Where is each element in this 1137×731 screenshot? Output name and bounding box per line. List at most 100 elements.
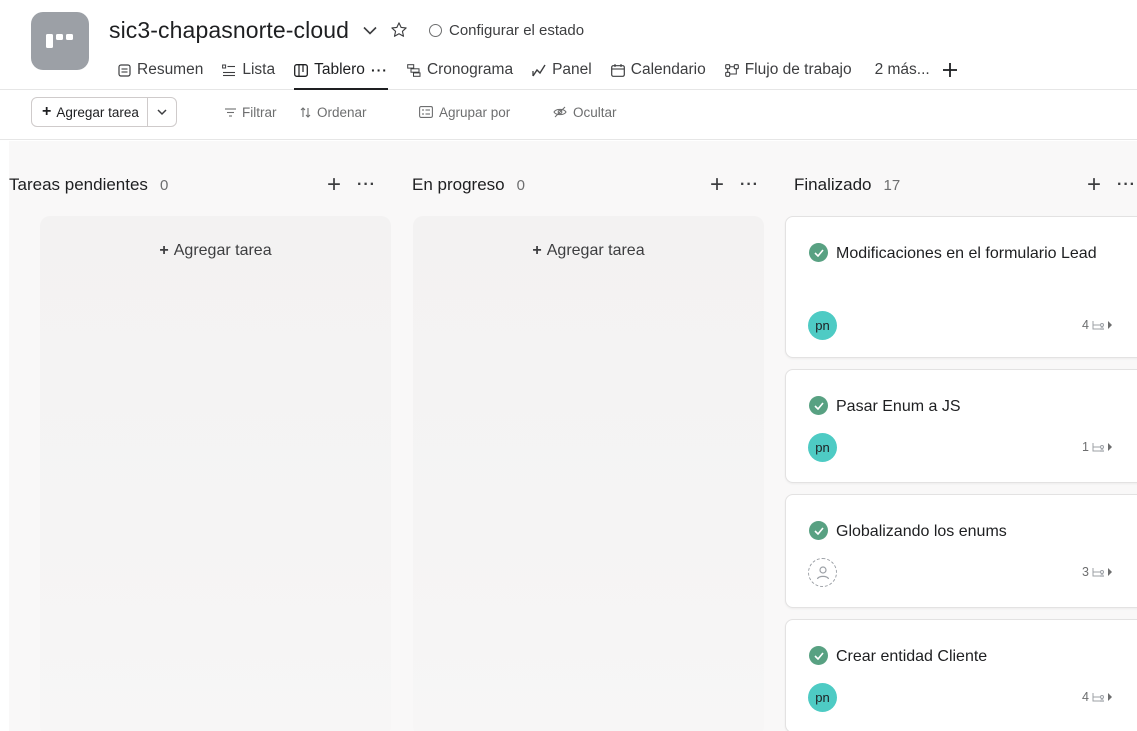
column-add-task-button[interactable]: + Agregar tarea — [40, 242, 391, 260]
column-in-progress: En progreso 0 + ··· + Agregar tarea — [381, 141, 781, 731]
tab-overview[interactable]: Resumen — [117, 56, 203, 84]
tab-label: Cronograma — [426, 61, 514, 78]
subtasks-icon — [1092, 442, 1114, 452]
column-count: 0 — [516, 176, 525, 194]
group-label: Agrupar por — [439, 104, 511, 120]
column-actions: + ··· — [327, 171, 376, 199]
list-icon — [222, 63, 236, 77]
subtask-count[interactable]: 4 — [1082, 690, 1114, 704]
chevron-down-icon[interactable] — [361, 21, 379, 39]
more-options-icon[interactable]: ··· — [1117, 176, 1136, 194]
task-title: Modificaciones en el formulario Lead — [836, 245, 1097, 262]
project-icon[interactable] — [31, 12, 89, 70]
avatar[interactable]: pn — [808, 433, 837, 462]
tab-label: Panel — [552, 61, 592, 78]
hide-label: Ocultar — [573, 104, 617, 120]
project-header: sic3-chapasnorte-cloud Configurar el est… — [0, 0, 1137, 90]
task-card[interactable]: Modificaciones en el formulario Lead pn … — [785, 216, 1137, 358]
plus-icon: + — [532, 242, 542, 259]
task-card[interactable]: Crear entidad Cliente pn 4 — [785, 619, 1137, 731]
task-card[interactable]: Pasar Enum a JS pn 1 — [785, 369, 1137, 483]
board-icon — [294, 63, 309, 77]
tab-label: Lista — [242, 61, 276, 78]
column-count: 17 — [883, 176, 901, 194]
column-title[interactable]: Finalizado — [794, 175, 872, 195]
more-options-icon[interactable]: ··· — [357, 176, 376, 194]
subtasks-icon — [1092, 567, 1114, 577]
timeline-icon — [407, 63, 421, 77]
sort-icon — [300, 106, 311, 118]
filter-button[interactable]: Filtrar — [225, 97, 277, 127]
column-add-task-button[interactable]: + Agregar tarea — [413, 242, 764, 260]
chevron-down-icon[interactable] — [148, 98, 176, 126]
tab-label: Flujo de trabajo — [744, 61, 852, 78]
task-card[interactable]: Globalizando los enums 3 — [785, 494, 1137, 608]
add-task-plus-icon[interactable]: + — [327, 173, 341, 197]
subtask-count[interactable]: 4 — [1082, 318, 1114, 332]
avatar[interactable]: pn — [808, 683, 837, 712]
column-header: Tareas pendientes 0 + ··· — [9, 171, 382, 199]
add-task-plus-icon[interactable]: + — [710, 173, 724, 197]
task-title: Pasar Enum a JS — [836, 398, 961, 415]
column-header: En progreso 0 + ··· — [412, 171, 765, 199]
subtask-count-value: 4 — [1082, 318, 1089, 332]
board-toolbar: + Agregar tarea Filtrar Ordenar Agrupar … — [0, 90, 1137, 140]
group-by-button[interactable]: Agrupar por — [419, 97, 510, 127]
tab-label: Resumen — [137, 61, 204, 78]
tab-options-icon[interactable]: ··· — [371, 62, 388, 78]
overview-icon — [117, 63, 131, 77]
sort-button[interactable]: Ordenar — [300, 97, 367, 127]
tab-workflow[interactable]: Flujo de trabajo — [724, 56, 852, 84]
subtask-count[interactable]: 1 — [1082, 440, 1114, 454]
sort-label: Ordenar — [317, 104, 367, 120]
filter-icon — [225, 107, 236, 117]
tab-calendar[interactable]: Calendario — [610, 56, 706, 84]
user-icon — [816, 565, 829, 579]
column-title[interactable]: Tareas pendientes — [9, 175, 148, 195]
title-row: sic3-chapasnorte-cloud Configurar el est… — [109, 14, 584, 46]
subtasks-icon — [1092, 320, 1114, 330]
project-title[interactable]: sic3-chapasnorte-cloud — [109, 17, 349, 44]
column-title[interactable]: En progreso — [412, 175, 505, 195]
dashboard-icon — [532, 63, 546, 77]
add-task-label: Agregar tarea — [56, 104, 139, 120]
subtask-count-value: 1 — [1082, 440, 1089, 454]
calendar-icon — [610, 63, 625, 77]
set-status-button[interactable]: Configurar el estado — [429, 22, 584, 39]
add-tab-icon[interactable] — [942, 56, 958, 84]
project-tabs: Resumen Lista Tablero ··· Cronograma Pan… — [117, 56, 958, 90]
unassigned-avatar[interactable] — [808, 558, 837, 587]
status-circle-icon — [429, 23, 442, 37]
task-title: Crear entidad Cliente — [836, 648, 988, 665]
hide-button[interactable]: Ocultar — [553, 97, 617, 127]
add-task-split-button: + Agregar tarea — [31, 97, 177, 127]
column-add-task-label: Agregar tarea — [546, 242, 645, 259]
column-todo: Tareas pendientes 0 + ··· + Agregar tarea — [9, 141, 391, 731]
subtask-count[interactable]: 3 — [1082, 565, 1114, 579]
tab-dashboard[interactable]: Panel — [532, 56, 592, 84]
task-title: Globalizando los enums — [836, 523, 1007, 540]
tab-timeline[interactable]: Cronograma — [407, 56, 513, 84]
more-tabs-button[interactable]: 2 más... — [875, 56, 930, 84]
add-task-button[interactable]: + Agregar tarea — [32, 98, 147, 126]
tab-board[interactable]: Tablero ··· — [294, 56, 388, 90]
column-actions: + ··· — [1087, 171, 1136, 199]
star-icon[interactable] — [389, 20, 409, 40]
subtask-count-value: 4 — [1082, 690, 1089, 704]
plus-icon: + — [42, 103, 52, 120]
column-dropzone: + Agregar tarea — [413, 216, 764, 731]
tab-list[interactable]: Lista — [222, 56, 275, 84]
eye-off-icon — [553, 106, 567, 118]
column-dropzone: + Agregar tarea — [40, 216, 391, 731]
column-count: 0 — [159, 176, 169, 194]
subtask-count-value: 3 — [1082, 565, 1089, 579]
filter-label: Filtrar — [242, 104, 277, 120]
subtasks-icon — [1092, 692, 1114, 702]
avatar[interactable]: pn — [808, 311, 837, 340]
add-task-plus-icon[interactable]: + — [1087, 173, 1101, 197]
group-icon — [419, 106, 433, 118]
plus-icon: + — [159, 242, 169, 259]
more-options-icon[interactable]: ··· — [740, 176, 759, 194]
tab-label: Calendario — [630, 61, 706, 78]
tab-label: Tablero — [314, 61, 365, 78]
